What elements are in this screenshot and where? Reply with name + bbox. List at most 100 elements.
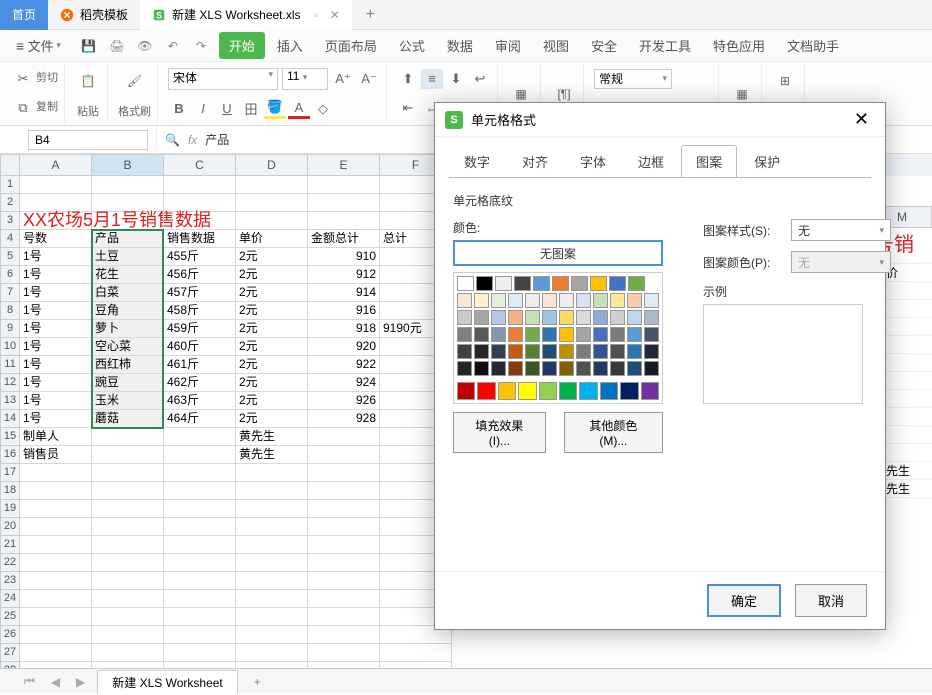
cell[interactable]: 458斤	[164, 302, 236, 320]
bold-button[interactable]: B	[168, 99, 190, 119]
cell[interactable]: 1号	[20, 248, 92, 266]
row-header[interactable]: 1	[0, 176, 20, 194]
ribbon-tab-insert[interactable]: 插入	[267, 32, 313, 59]
cell[interactable]: 926	[308, 392, 380, 410]
cell[interactable]	[92, 482, 164, 500]
align-left-button[interactable]: ⇤	[397, 98, 419, 118]
ribbon-tab-view[interactable]: 视图	[533, 32, 579, 59]
number-format-select[interactable]: 常规▾	[594, 69, 672, 89]
color-swatch[interactable]	[593, 293, 608, 308]
color-swatch[interactable]	[514, 276, 531, 291]
cancel-button[interactable]: 取消	[795, 584, 867, 617]
cell[interactable]	[308, 428, 380, 446]
cell[interactable]	[164, 626, 236, 644]
color-swatch[interactable]	[474, 327, 489, 342]
color-swatch[interactable]	[627, 293, 642, 308]
color-swatch[interactable]	[539, 382, 557, 400]
row-header[interactable]: 21	[0, 536, 20, 554]
cell[interactable]	[20, 176, 92, 194]
cell[interactable]	[92, 176, 164, 194]
color-swatch[interactable]	[571, 276, 588, 291]
cut-button[interactable]: ✂	[12, 69, 34, 89]
cell[interactable]: 黄先生	[236, 446, 308, 464]
color-swatch[interactable]	[533, 276, 550, 291]
font-family-select[interactable]: 宋体 ▾	[168, 68, 278, 90]
cell[interactable]: 豆角	[92, 302, 164, 320]
cell[interactable]: 2元	[236, 356, 308, 374]
cell[interactable]: 922	[308, 356, 380, 374]
color-swatch[interactable]	[576, 361, 591, 376]
print-icon[interactable]: 🖨	[107, 36, 127, 56]
cell[interactable]	[164, 554, 236, 572]
color-swatch[interactable]	[525, 293, 540, 308]
cell[interactable]: 459斤	[164, 320, 236, 338]
col-header-a[interactable]: A	[20, 154, 92, 176]
cell[interactable]	[308, 176, 380, 194]
row-header[interactable]: 13	[0, 392, 20, 410]
cell[interactable]	[164, 428, 236, 446]
font-color-button[interactable]: A	[288, 99, 310, 119]
color-swatch[interactable]	[576, 310, 591, 325]
cell[interactable]: 销售员	[20, 446, 92, 464]
color-swatch[interactable]	[552, 276, 569, 291]
cell[interactable]	[380, 644, 452, 662]
cell[interactable]	[164, 644, 236, 662]
color-swatch[interactable]	[476, 276, 493, 291]
color-swatch[interactable]	[593, 361, 608, 376]
color-swatch[interactable]	[457, 293, 472, 308]
row-header[interactable]: 9	[0, 320, 20, 338]
cell[interactable]	[164, 518, 236, 536]
dlg-tab-font[interactable]: 字体	[565, 145, 621, 178]
cell[interactable]: 1号	[20, 392, 92, 410]
cell[interactable]	[92, 644, 164, 662]
color-swatch[interactable]	[576, 327, 591, 342]
cell[interactable]: 空心菜	[92, 338, 164, 356]
color-swatch[interactable]	[627, 361, 642, 376]
cell[interactable]: 1号	[20, 338, 92, 356]
cell[interactable]	[164, 482, 236, 500]
cell[interactable]: 461斤	[164, 356, 236, 374]
color-swatch[interactable]	[474, 361, 489, 376]
tab-home[interactable]: 首页	[0, 0, 48, 30]
color-swatch[interactable]	[559, 344, 574, 359]
color-swatch[interactable]	[457, 382, 475, 400]
align-bottom-button[interactable]: ⬇	[445, 69, 467, 89]
cell[interactable]	[308, 554, 380, 572]
color-swatch[interactable]	[627, 327, 642, 342]
cell[interactable]	[308, 626, 380, 644]
cell[interactable]: 豌豆	[92, 374, 164, 392]
cell[interactable]	[92, 626, 164, 644]
color-swatch[interactable]	[627, 344, 642, 359]
color-swatch[interactable]	[644, 293, 659, 308]
row-header[interactable]: 14	[0, 410, 20, 428]
row-header[interactable]: 20	[0, 518, 20, 536]
row-header[interactable]: 16	[0, 446, 20, 464]
font-size-select[interactable]: 11 ▾	[282, 68, 328, 90]
cell[interactable]	[308, 500, 380, 518]
color-swatch[interactable]	[457, 361, 472, 376]
color-swatch[interactable]	[609, 276, 626, 291]
row-header[interactable]: 23	[0, 572, 20, 590]
cell[interactable]: 924	[308, 374, 380, 392]
cell[interactable]	[236, 194, 308, 212]
color-swatch[interactable]	[525, 344, 540, 359]
cell[interactable]	[308, 194, 380, 212]
color-swatch[interactable]	[525, 310, 540, 325]
italic-button[interactable]: I	[192, 99, 214, 119]
cell[interactable]: 916	[308, 302, 380, 320]
cell[interactable]: 2元	[236, 302, 308, 320]
cell[interactable]	[164, 590, 236, 608]
color-swatch[interactable]	[542, 344, 557, 359]
cell[interactable]	[92, 212, 164, 230]
color-swatch[interactable]	[457, 327, 472, 342]
cell[interactable]	[164, 536, 236, 554]
dialog-close-button[interactable]: ✕	[848, 109, 875, 130]
cell[interactable]	[236, 464, 308, 482]
cell[interactable]	[164, 176, 236, 194]
redo-icon[interactable]: ↷	[191, 36, 211, 56]
color-swatch[interactable]	[576, 344, 591, 359]
cell[interactable]	[236, 500, 308, 518]
cell[interactable]	[308, 446, 380, 464]
color-swatch[interactable]	[542, 293, 557, 308]
color-swatch[interactable]	[491, 310, 506, 325]
